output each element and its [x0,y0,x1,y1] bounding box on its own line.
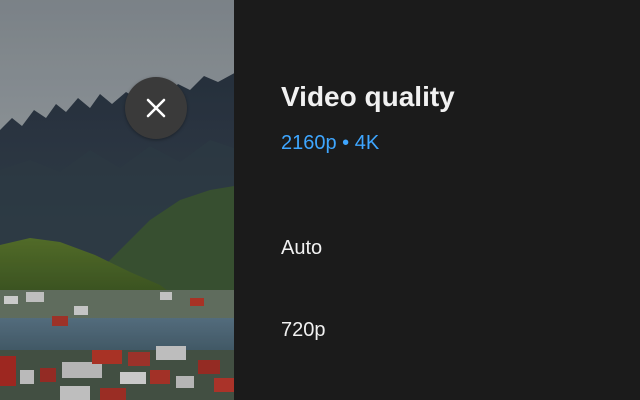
video-player: Video quality 2160p • 4K Auto 720p [0,0,640,400]
panel-title: Video quality [281,81,455,112]
close-icon [146,98,166,118]
quality-option-auto[interactable]: Auto [234,218,640,278]
quality-option-label: Auto [281,236,323,259]
current-quality-label: 2160p • 4K [281,132,380,154]
video-quality-panel: Video quality 2160p • 4K Auto 720p [234,0,640,400]
quality-option-720p[interactable]: 720p [234,300,640,360]
close-button[interactable] [125,77,187,139]
quality-option-label: 720p [281,318,326,341]
